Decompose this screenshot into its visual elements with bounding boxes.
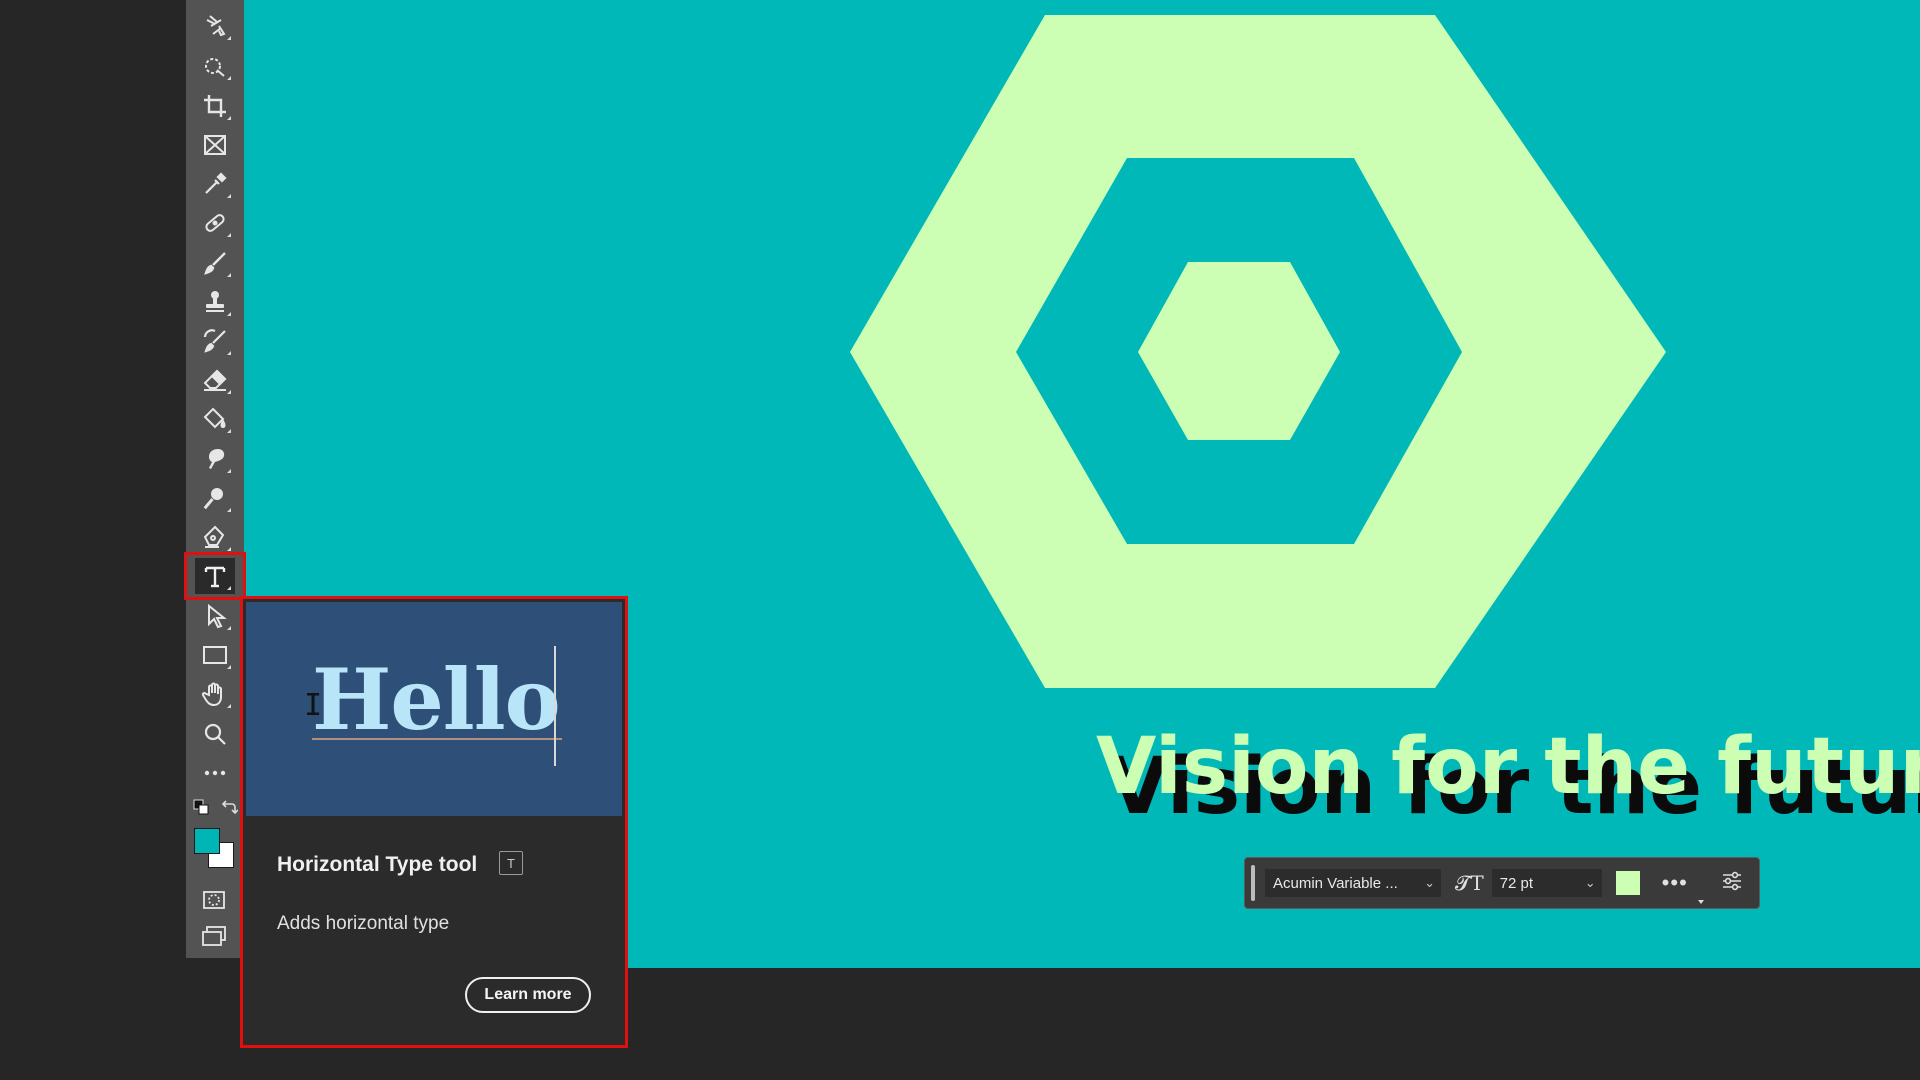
headline-text[interactable]: Vision for the future [1096,722,1920,812]
clone-stamp-tool[interactable] [195,284,235,320]
stamp-icon [206,291,224,312]
smudge-icon [209,449,225,469]
bandage-icon [205,214,225,232]
type-tool-highlight [184,552,246,600]
object-select-icon [206,15,226,37]
swap-colors-icon[interactable] [220,798,239,816]
eraser-icon [203,369,227,391]
learn-more-button[interactable]: Learn more [465,977,591,1013]
type-tool-tooltip: Hello I Horizontal Type tool T Adds hori… [240,596,628,1048]
eraser-tool[interactable] [195,362,235,398]
arrow-icon [208,603,227,629]
tooltip-shortcut-key: T [499,851,523,875]
rectangle-tool[interactable] [195,637,235,673]
more-tools[interactable] [195,755,235,791]
rectangle-icon [203,646,227,664]
tooltip-description: Adds horizontal type [277,913,450,934]
properties-sliders-icon[interactable] [1720,869,1744,898]
eyedropper-icon [205,172,227,194]
brush-icon [204,252,226,275]
preview-hello-text: Hello [312,650,561,749]
pen-icon [203,525,225,548]
zoom-tool[interactable] [195,716,235,752]
paint-bucket-tool[interactable] [195,401,235,437]
frame-tool[interactable] [195,127,235,163]
brush-tool[interactable] [195,245,235,281]
pen-tool[interactable] [195,519,235,555]
crop-tool[interactable] [195,88,235,124]
frame-icon [204,135,226,155]
font-size-value: 72 pt [1499,874,1534,892]
path-selection-tool[interactable] [195,598,235,634]
preview-baseline [312,738,562,740]
more-icon [204,770,226,776]
crop-icon [204,95,226,117]
quick-mask-icon [203,891,225,909]
quick-selection-tool[interactable] [195,48,235,84]
default-colors-icon[interactable] [192,798,210,816]
foreground-color-swatch[interactable] [194,828,220,854]
font-family-value: Acumin Variable ... [1273,874,1398,892]
zoom-icon [204,723,226,745]
quick-mask-button[interactable] [194,886,234,914]
history-brush-tool[interactable] [195,323,235,359]
text-color-swatch[interactable] [1615,871,1640,895]
tooltip-preview-image: Hello I [246,602,622,816]
hand-icon [201,682,222,707]
spot-healing-tool[interactable] [195,205,235,241]
contextual-task-bar: Acumin Variable ... ⌄ 𝓣T 72 pt ⌄ ••• [1244,857,1760,909]
chevron-down-icon: ⌄ [1424,875,1435,890]
history-brush-icon [203,329,226,353]
chevron-down-icon: ⌄ [1584,875,1596,890]
screen-mode-icon [202,926,226,946]
hand-tool[interactable] [195,676,235,712]
font-family-dropdown[interactable]: Acumin Variable ... ⌄ [1265,869,1441,897]
font-size-icon: 𝓣T [1455,871,1484,895]
more-options-icon[interactable]: ••• [1662,870,1704,904]
dodge-tool[interactable] [195,480,235,516]
tooltip-title: Horizontal Type tool [277,853,478,876]
dodge-icon [203,488,223,510]
font-size-dropdown[interactable]: 72 pt ⌄ [1491,869,1602,897]
screen-mode-button[interactable] [194,922,234,950]
smudge-tool[interactable] [195,441,235,477]
preview-text-caret [554,646,556,766]
tools-panel [186,0,244,958]
bucket-icon [203,407,226,429]
ibeam-cursor-icon: I [304,688,323,723]
eyedropper-tool[interactable] [195,166,235,202]
drag-handle[interactable] [1251,865,1255,901]
object-selection-tool[interactable] [195,8,235,44]
quick-select-icon [205,58,225,77]
